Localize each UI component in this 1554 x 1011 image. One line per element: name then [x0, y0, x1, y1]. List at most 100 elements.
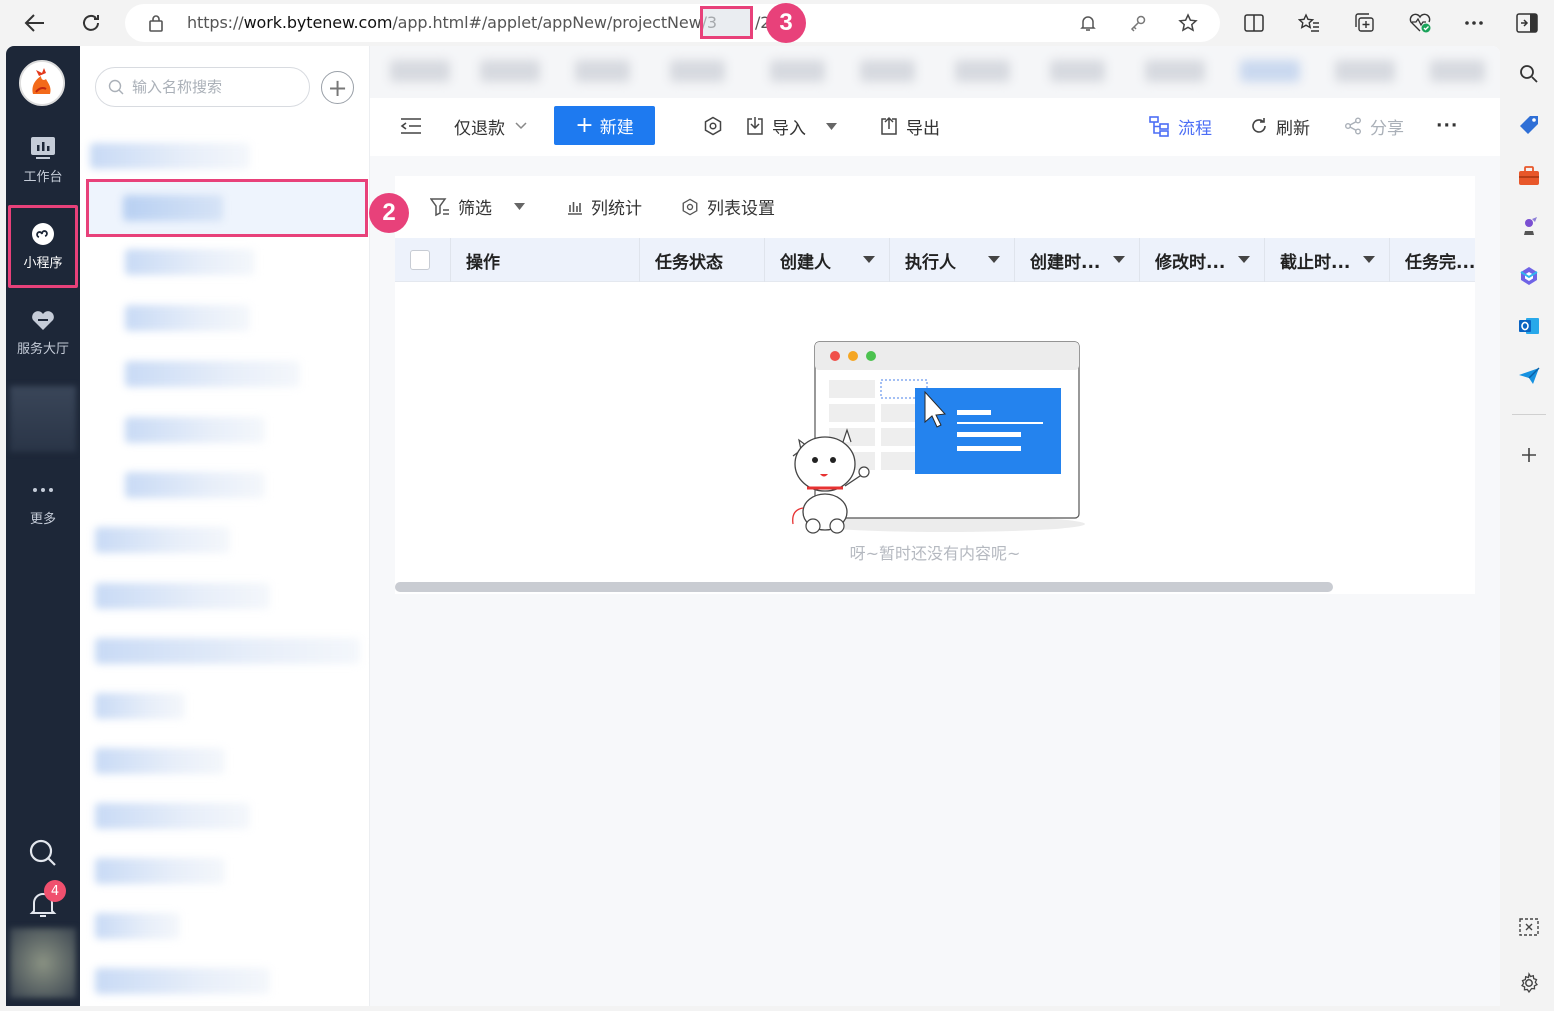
- column-header-task-completion[interactable]: 任务完...: [1390, 238, 1475, 282]
- flow-button[interactable]: 流程: [1148, 111, 1212, 141]
- import-button[interactable]: 导入: [746, 111, 837, 141]
- url-id-highlight: [700, 6, 753, 39]
- split-screen-icon[interactable]: [1241, 10, 1267, 36]
- back-icon[interactable]: [20, 8, 50, 38]
- column-header-actions[interactable]: 操作: [451, 238, 640, 282]
- address-bar[interactable]: https://work.bytenew.com/app.html#/apple…: [125, 4, 1220, 42]
- tree-search-input[interactable]: [132, 76, 302, 98]
- blurred-app-tile[interactable]: [10, 386, 76, 452]
- more-options-icon[interactable]: [1461, 10, 1487, 36]
- tree-item-blurred[interactable]: [125, 417, 265, 443]
- favorites-icon[interactable]: [1296, 10, 1322, 36]
- refresh-icon: [1252, 118, 1266, 133]
- caret-down-icon[interactable]: [826, 122, 837, 130]
- url-text[interactable]: https://work.bytenew.com/app.html#/apple…: [187, 13, 770, 32]
- tree-item-blurred[interactable]: [125, 305, 250, 331]
- tree-item-blurred[interactable]: [95, 913, 180, 939]
- refresh-icon[interactable]: [76, 8, 106, 38]
- screenshot-icon[interactable]: [1516, 914, 1542, 940]
- outlook-icon[interactable]: [1516, 313, 1542, 339]
- more-toolbar-button[interactable]: ···: [1436, 111, 1458, 141]
- add-sidebar-app-icon[interactable]: [1516, 442, 1542, 468]
- lock-icon[interactable]: [145, 12, 167, 34]
- send-icon[interactable]: [1516, 363, 1542, 389]
- tree-item-blurred[interactable]: [90, 143, 250, 169]
- share-icon: [1345, 117, 1361, 135]
- games-icon[interactable]: [1516, 213, 1542, 239]
- settings-hex-button[interactable]: [703, 111, 731, 141]
- export-button[interactable]: 导出: [880, 111, 940, 141]
- favorite-star-icon[interactable]: [1177, 12, 1199, 34]
- caret-down-icon[interactable]: [514, 203, 525, 210]
- share-button[interactable]: 分享: [1344, 111, 1404, 141]
- tree-item-blurred[interactable]: [95, 583, 270, 609]
- search-icon[interactable]: [28, 838, 58, 868]
- column-header-created-time[interactable]: 创建时...: [1015, 238, 1140, 282]
- filter-button[interactable]: 筛选: [430, 194, 525, 219]
- column-header-task-status[interactable]: 任务状态: [640, 238, 765, 282]
- list-settings-button[interactable]: 列表设置: [681, 194, 775, 219]
- data-table-card: 筛选 列统计 列表设置 操作 任务状态 创建人 执行人 创建时... 修改时..…: [395, 176, 1475, 594]
- flow-icon: [1149, 116, 1169, 137]
- new-button[interactable]: + 新建: [554, 106, 655, 145]
- tree-item-blurred[interactable]: [125, 472, 265, 498]
- filter-bar: 筛选 列统计 列表设置: [395, 176, 1475, 238]
- key-icon[interactable]: [1127, 12, 1149, 34]
- more-icon: [33, 488, 53, 492]
- rail-item-label: 服务大厅: [16, 342, 69, 357]
- column-header-deadline[interactable]: 截止时...: [1265, 238, 1390, 282]
- settings-gear-icon[interactable]: [1516, 970, 1542, 996]
- rail-item-service-hall[interactable]: 服务大厅: [6, 308, 80, 357]
- select-all-checkbox[interactable]: [410, 250, 430, 270]
- sort-caret-icon[interactable]: [1363, 256, 1375, 263]
- column-stats-button[interactable]: 列统计: [567, 194, 642, 219]
- column-header-assignee[interactable]: 执行人: [890, 238, 1015, 282]
- toolbox-icon[interactable]: [1516, 163, 1542, 189]
- column-header-modified-time[interactable]: 修改时...: [1140, 238, 1265, 282]
- collapse-menu-button[interactable]: [400, 111, 430, 141]
- tree-item-blurred[interactable]: [95, 968, 270, 994]
- tree-item-blurred[interactable]: [125, 249, 255, 275]
- dashboard-icon: [31, 137, 55, 159]
- add-item-button[interactable]: +: [321, 71, 354, 104]
- tree-item-blurred[interactable]: [95, 748, 225, 774]
- horizontal-scrollbar[interactable]: [395, 582, 1333, 592]
- chevron-down-icon: [515, 122, 527, 130]
- shopping-tag-icon[interactable]: [1516, 112, 1542, 138]
- copilot-icon[interactable]: [1516, 263, 1542, 289]
- search-icon[interactable]: [1516, 61, 1542, 87]
- column-header-creator[interactable]: 创建人: [765, 238, 890, 282]
- browser-sidebar: [1506, 46, 1554, 1011]
- view-selector[interactable]: 仅退款: [454, 111, 527, 141]
- notification-bell-icon[interactable]: [1077, 12, 1099, 34]
- search-icon: [108, 79, 124, 95]
- empty-state-illustration: [792, 341, 1085, 534]
- export-icon: [881, 116, 897, 135]
- sidebar-toggle-icon[interactable]: [1514, 10, 1540, 36]
- rail-item-workbench[interactable]: 工作台: [6, 136, 80, 185]
- marker-3: 3: [766, 3, 806, 43]
- select-all-cell: [395, 238, 451, 282]
- sort-caret-icon[interactable]: [1238, 256, 1250, 263]
- collections-icon[interactable]: [1352, 10, 1378, 36]
- sort-caret-icon[interactable]: [1113, 256, 1125, 263]
- heart-icon: [32, 311, 54, 330]
- empty-state-message: 呀~暂时还没有内容呢~: [849, 544, 1021, 563]
- tree-item-selected[interactable]: [86, 179, 368, 237]
- browser-toolbar: https://work.bytenew.com/app.html#/apple…: [0, 0, 1554, 46]
- app-logo[interactable]: [19, 60, 65, 106]
- tree-item-blurred[interactable]: [95, 527, 230, 553]
- tree-item-blurred[interactable]: [95, 638, 360, 664]
- sort-caret-icon[interactable]: [863, 256, 875, 263]
- tree-item-blurred[interactable]: [125, 361, 300, 387]
- refresh-button[interactable]: 刷新: [1250, 111, 1310, 141]
- user-avatar[interactable]: [10, 928, 76, 998]
- tree-item-blurred[interactable]: [95, 858, 225, 884]
- sort-caret-icon[interactable]: [988, 256, 1000, 263]
- browser-health-icon[interactable]: [1407, 10, 1433, 36]
- rail-item-more[interactable]: 更多: [6, 478, 80, 527]
- tree-item-blurred[interactable]: [95, 693, 185, 719]
- filter-icon: [430, 197, 449, 216]
- tree-search-box[interactable]: [95, 67, 310, 107]
- tree-item-blurred[interactable]: [95, 803, 250, 829]
